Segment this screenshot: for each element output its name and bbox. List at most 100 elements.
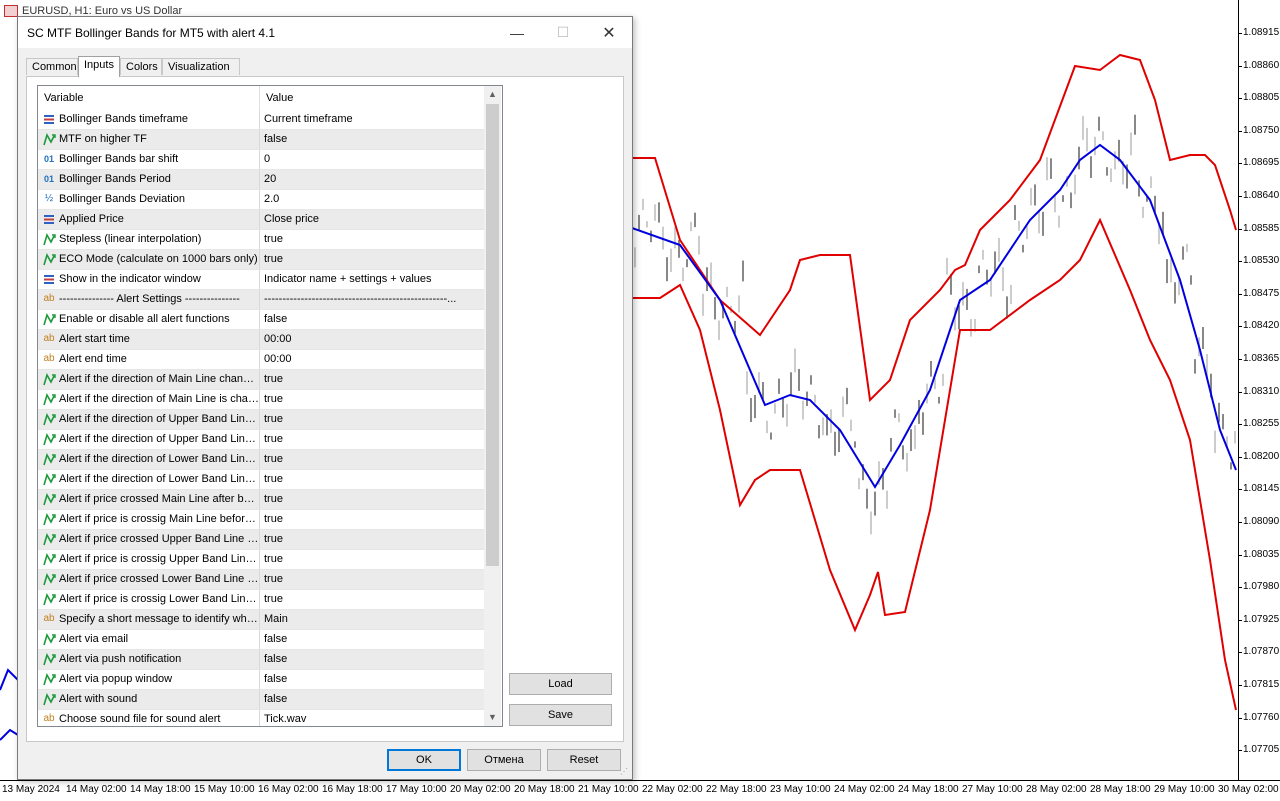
value-cell[interactable]: 20 [260, 170, 484, 189]
candle [858, 478, 860, 490]
candle [694, 212, 696, 228]
grid-row[interactable]: Alert if the direction of Lower Band Lin… [38, 470, 484, 490]
candle [754, 394, 756, 419]
value-cell[interactable]: true [260, 250, 484, 269]
reset-button[interactable]: Reset [547, 749, 621, 771]
value-cell[interactable]: 0 [260, 150, 484, 169]
value-cell[interactable]: true [260, 410, 484, 429]
grid-row[interactable]: Alert if price crossed Upper Band Line a… [38, 530, 484, 550]
value-cell[interactable]: 00:00 [260, 330, 484, 349]
value-cell[interactable]: Main [260, 610, 484, 629]
grid-row[interactable]: Bollinger Bands Deviation ½ 2.0 [38, 190, 484, 210]
grid-row[interactable]: --------------- Alert Settings ---------… [38, 290, 484, 310]
value-cell[interactable]: 00:00 [260, 350, 484, 369]
grid-row[interactable]: Alert if price crossed Main Line after b… [38, 490, 484, 510]
candle [698, 235, 700, 255]
value-cell[interactable]: true [260, 230, 484, 249]
maximize-button: ☐ [540, 17, 586, 48]
grid-row[interactable]: Alert if the direction of Upper Band Lin… [38, 410, 484, 430]
tab-inputs[interactable]: Inputs [78, 56, 120, 77]
close-button[interactable]: ✕ [586, 17, 632, 48]
price-label: 1.08530 [1243, 255, 1280, 267]
grid-row[interactable]: Alert with sound false [38, 690, 484, 710]
grid-row[interactable]: Applied Price Close price [38, 210, 484, 230]
grid-row[interactable]: Alert via email false [38, 630, 484, 650]
candle [1038, 210, 1040, 234]
value-cell[interactable]: true [260, 510, 484, 529]
price-label: 1.08915 [1243, 27, 1280, 38]
value-cell[interactable]: false [260, 630, 484, 649]
value-cell[interactable]: true [260, 430, 484, 449]
value-cell[interactable]: false [260, 650, 484, 669]
grid-row[interactable]: ECO Mode (calculate on 1000 bars only) tr… [38, 250, 484, 270]
value-cell[interactable]: Tick.wav [260, 710, 484, 726]
value-cell[interactable]: Current timeframe [260, 110, 484, 129]
candle [1006, 296, 1008, 319]
grid-row[interactable]: Stepless (linear interpolation) true [38, 230, 484, 250]
value-cell[interactable]: true [260, 450, 484, 469]
tab-colors[interactable]: Colors [120, 58, 162, 75]
grid-row[interactable]: Bollinger Bands timeframe Current timefra… [38, 110, 484, 130]
column-header-value[interactable]: Value [260, 86, 484, 110]
value-cell[interactable]: Indicator name + settings + values [260, 270, 484, 289]
grid-row[interactable]: Specify a short message to identify whic… [38, 610, 484, 630]
scroll-thumb[interactable] [486, 104, 499, 566]
grid-row[interactable]: Bollinger Bands bar shift 01 0 [38, 150, 484, 170]
value-cell[interactable]: true [260, 590, 484, 609]
grid-row[interactable]: Alert if the direction of Lower Band Lin… [38, 450, 484, 470]
grid-scrollbar[interactable]: ▲ ▼ [484, 86, 501, 726]
candle [814, 394, 816, 403]
grid-row[interactable]: Alert via push notification false [38, 650, 484, 670]
grid-row[interactable]: Alert if price is crossig Lower Band Lin… [38, 590, 484, 610]
tab-common[interactable]: Common [26, 58, 78, 75]
cancel-button[interactable]: Отмена [467, 749, 541, 771]
value-cell[interactable]: true [260, 470, 484, 489]
value-cell[interactable]: Close price [260, 210, 484, 229]
minimize-button[interactable]: — [494, 17, 540, 48]
value-cell[interactable]: true [260, 370, 484, 389]
value-cell[interactable]: true [260, 490, 484, 509]
value-cell[interactable]: false [260, 690, 484, 709]
grid-row[interactable]: Bollinger Bands Period 01 20 [38, 170, 484, 190]
tab-visualization[interactable]: Visualization [162, 58, 240, 75]
grid-row[interactable]: MTF on higher TF false [38, 130, 484, 150]
grid-row[interactable]: Alert if the direction of Upper Band Lin… [38, 430, 484, 450]
scroll-up-icon[interactable]: ▲ [484, 86, 501, 103]
grid-row[interactable]: Alert if price is crossig Upper Band Lin… [38, 550, 484, 570]
candle [742, 260, 744, 282]
dialog-titlebar[interactable]: SC MTF Bollinger Bands for MT5 with aler… [18, 17, 632, 48]
ok-button[interactable]: OK [387, 749, 461, 771]
value-cell[interactable]: false [260, 310, 484, 329]
grid-row[interactable]: Alert if price is crossig Main Line befo… [38, 510, 484, 530]
value-cell[interactable]: false [260, 670, 484, 689]
value-cell[interactable]: true [260, 550, 484, 569]
value-cell[interactable]: ----------------------------------------… [260, 290, 484, 309]
save-button[interactable]: Save [509, 704, 612, 726]
value-cell[interactable]: true [260, 530, 484, 549]
grid-row[interactable]: Alert start time ab 00:00 [38, 330, 484, 350]
grid-row[interactable]: Enable or disable all alert functions fal… [38, 310, 484, 330]
scroll-down-icon[interactable]: ▼ [484, 709, 501, 726]
grid-row[interactable]: Alert if price crossed Lower Band Line a… [38, 570, 484, 590]
load-button[interactable]: Load [509, 673, 612, 695]
column-header-variable[interactable]: Variable [38, 86, 260, 110]
value-cell[interactable]: true [260, 390, 484, 409]
grid-row[interactable]: Show in the indicator window Indicator na… [38, 270, 484, 290]
grid-row[interactable]: Alert if the direction of Main Line chan… [38, 370, 484, 390]
candle [1046, 157, 1048, 181]
candle [938, 396, 940, 404]
candle [1086, 127, 1088, 152]
value-cell[interactable]: true [260, 570, 484, 589]
candle [886, 490, 888, 509]
value-cell[interactable]: false [260, 130, 484, 149]
bool-type-icon [42, 532, 56, 546]
value-cell[interactable]: 2.0 [260, 190, 484, 209]
variable-name-cell: ECO Mode (calculate on 1000 bars only) [38, 250, 260, 269]
candle [690, 221, 692, 232]
variable-name-cell: Alert via push notification [38, 650, 260, 669]
grid-row[interactable]: Alert via popup window false [38, 670, 484, 690]
resize-grip-icon[interactable]: ⋰ [620, 767, 630, 777]
grid-row[interactable]: Alert if the direction of Main Line is c… [38, 390, 484, 410]
grid-row[interactable]: Choose sound file for sound alert ab Tick.… [38, 710, 484, 726]
grid-row[interactable]: Alert end time ab 00:00 [38, 350, 484, 370]
